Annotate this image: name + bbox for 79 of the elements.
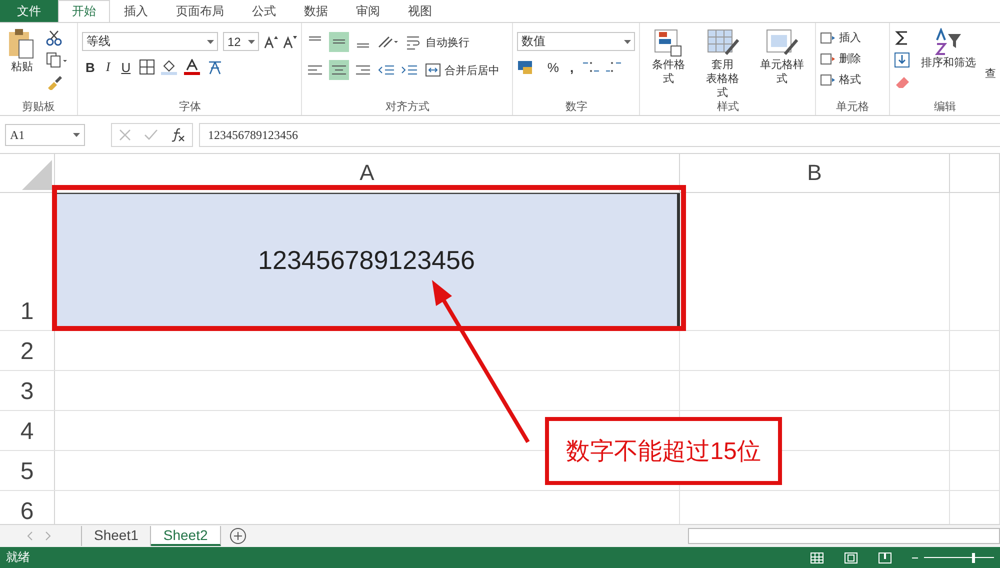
formula-field[interactable]: 123456789123456 — [199, 123, 1000, 147]
file-tab[interactable]: 文件 — [0, 0, 58, 22]
merge-center-button[interactable]: 合并后居中 — [423, 62, 502, 78]
format-painter-icon[interactable] — [46, 74, 62, 90]
font-size-field[interactable]: 12 — [223, 32, 260, 51]
group-label: 字体 — [178, 101, 201, 113]
grow-font-icon[interactable] — [264, 34, 278, 48]
column-header[interactable]: A — [55, 154, 680, 192]
percent-button[interactable]: % — [544, 60, 562, 74]
wrap-text-button[interactable]: 自动换行 — [404, 34, 472, 50]
cells-icon — [820, 30, 836, 44]
italic-button[interactable]: I — [102, 59, 114, 75]
sort-filter-icon — [933, 28, 964, 56]
fill-color-icon[interactable] — [160, 59, 178, 75]
table-brush-icon — [706, 28, 740, 58]
cells-menu-button[interactable]: 插入 — [820, 28, 862, 47]
cells-menu-button[interactable]: 删除 — [820, 49, 862, 68]
eraser-icon[interactable] — [894, 74, 912, 90]
group-label: 剪贴板 — [22, 101, 56, 113]
add-sheet-icon[interactable] — [228, 527, 247, 545]
font-name-field[interactable]: 等线 — [82, 32, 218, 51]
row-header[interactable]: 1 — [0, 193, 55, 330]
paste-button[interactable]: 粘贴 — [4, 26, 40, 76]
fill-down-icon[interactable] — [894, 52, 912, 68]
row-header[interactable]: 5 — [0, 451, 55, 490]
scissors-icon[interactable] — [46, 30, 62, 46]
page-break-icon[interactable] — [878, 552, 892, 564]
ribbon-tab[interactable]: 公式 — [238, 0, 290, 22]
sheet-tab[interactable]: Sheet2 — [151, 526, 221, 546]
row-header[interactable]: 4 — [0, 411, 55, 450]
ribbon-tab[interactable]: 审阅 — [342, 0, 394, 22]
group-label: 样式 — [716, 101, 739, 113]
cell-brush-icon — [764, 28, 799, 58]
horizontal-scrollbar[interactable] — [688, 528, 1000, 544]
conditional-format-button[interactable]: 条件格式 — [644, 26, 692, 88]
group-label: 编辑 — [934, 101, 956, 113]
name-box[interactable]: A1 — [5, 124, 85, 146]
cells-icon — [820, 52, 836, 66]
bold-button[interactable]: B — [82, 60, 98, 74]
group-label: 对齐方式 — [385, 101, 430, 113]
number-format-field[interactable]: 数值 — [517, 32, 636, 51]
comma-button[interactable]: , — [566, 60, 577, 74]
status-text: 就绪 — [6, 549, 30, 566]
shrink-font-icon[interactable] — [283, 34, 298, 48]
ribbon-tab[interactable]: 视图 — [394, 0, 446, 22]
caret-icon — [207, 40, 214, 44]
cell-styles-button[interactable]: 单元格样式 — [752, 26, 812, 88]
ribbon-tab[interactable]: 插入 — [110, 0, 162, 22]
group-label: 单元格 — [836, 101, 870, 113]
cells-icon — [820, 72, 836, 86]
normal-view-icon[interactable] — [810, 552, 824, 564]
align-middle-icon[interactable] — [329, 32, 350, 52]
page-layout-icon[interactable] — [844, 552, 858, 564]
borders-icon[interactable] — [138, 59, 155, 75]
row-header[interactable]: 3 — [0, 371, 55, 410]
function-icon[interactable] — [170, 127, 186, 143]
decrease-decimal-icon[interactable] — [604, 59, 623, 75]
group-label: 数字 — [565, 101, 588, 113]
annotation-text: 数字不能超过15位 — [545, 417, 782, 485]
find-select-label[interactable]: 查 — [984, 66, 996, 81]
align-center-icon[interactable] — [329, 60, 350, 80]
increase-decimal-icon[interactable] — [582, 59, 600, 75]
caret-icon — [73, 133, 80, 137]
caret-icon — [248, 40, 256, 44]
cells-menu-button[interactable]: 格式 — [820, 70, 862, 89]
wrap-text-icon — [406, 34, 422, 50]
ribbon-tab[interactable]: 开始 — [58, 0, 110, 22]
merge-cells-icon — [425, 62, 442, 78]
sort-filter-button[interactable]: 排序和筛选 — [918, 26, 979, 72]
underline-button[interactable]: U — [118, 60, 134, 74]
column-header[interactable]: B — [680, 154, 950, 192]
copy-icon[interactable] — [46, 52, 68, 68]
font-color-icon[interactable] — [182, 59, 201, 75]
row-header[interactable]: 2 — [0, 331, 55, 370]
ribbon-tab[interactable]: 页面布局 — [162, 0, 238, 22]
caret-icon — [624, 40, 632, 44]
ribbon-tab[interactable]: 数据 — [290, 0, 342, 22]
conditional-format-icon — [653, 28, 684, 58]
format-as-table-button[interactable]: 套用 表格格式 — [698, 26, 747, 99]
